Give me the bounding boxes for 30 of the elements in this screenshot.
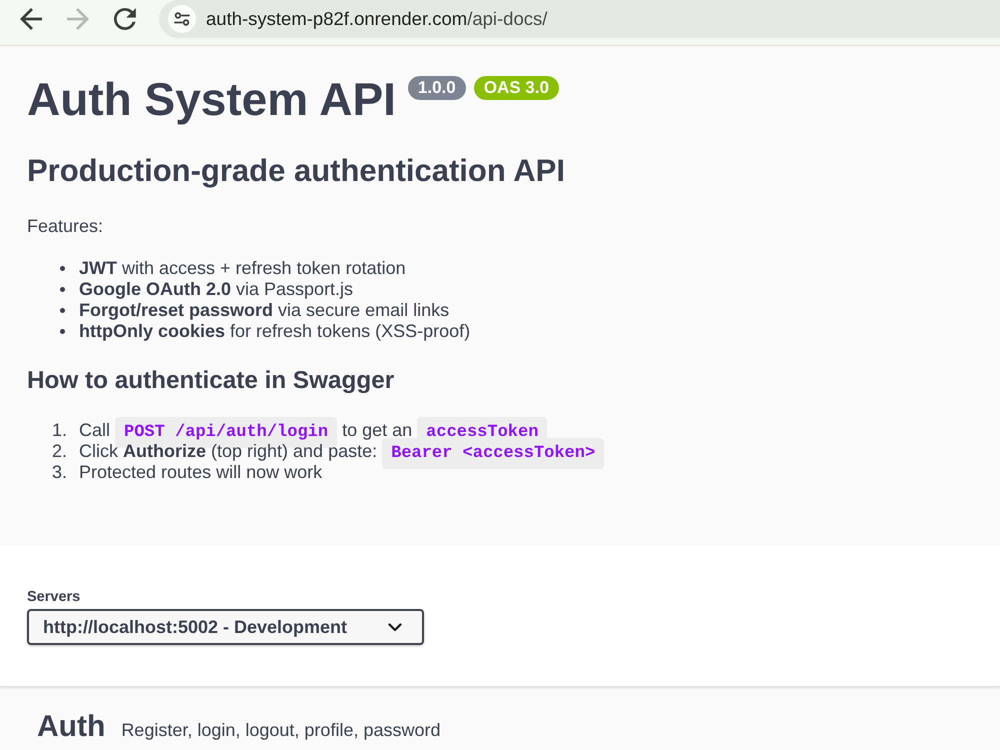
version-badge: 1.0.0 — [408, 76, 466, 100]
version-badge: OAS 3.0 — [474, 76, 559, 100]
feature-text: JWT with access + refresh token rotation — [79, 258, 406, 279]
features-label: Features: — [27, 216, 104, 236]
server-select[interactable]: http://localhost:5002 - Development — [27, 609, 424, 645]
servers-label: Servers — [27, 589, 80, 605]
sliders-icon[interactable] — [168, 5, 196, 33]
list-number: 1. — [52, 420, 68, 441]
code-snippet: Bearer <accessToken> — [382, 438, 604, 469]
api-title: Auth System API — [27, 72, 396, 126]
chevron-down-icon — [388, 622, 402, 632]
feature-text: httpOnly cookies for refresh tokens (XSS-proof) — [79, 321, 470, 342]
feature-text: Google OAuth 2.0 via Passport.js — [79, 279, 354, 300]
step-text: Call — [79, 420, 110, 440]
step-text: Protected routes will now work — [79, 462, 322, 482]
tag-description: Register, login, logout, profile, password — [121, 719, 440, 742]
bullet-icon — [60, 266, 65, 271]
bullet-icon — [60, 329, 65, 334]
bullet-icon — [60, 287, 65, 292]
bullet-icon — [60, 308, 65, 313]
tag-title[interactable]: Auth — [37, 709, 106, 745]
back-arrow-icon[interactable] — [20, 8, 42, 30]
list-number: 3. — [52, 462, 68, 483]
api-subtitle: Production-grade authentication API — [27, 153, 566, 189]
section-heading: How to authenticate in Swagger — [27, 367, 396, 395]
reload-icon[interactable] — [114, 8, 136, 30]
address-bar[interactable]: auth-system-p82f.onrender.com/api-docs/ — [159, 0, 1000, 38]
feature-text: Forgot/reset password via secure email links — [79, 300, 450, 321]
list-number: 2. — [52, 441, 68, 462]
step-text: to get an — [342, 420, 412, 440]
